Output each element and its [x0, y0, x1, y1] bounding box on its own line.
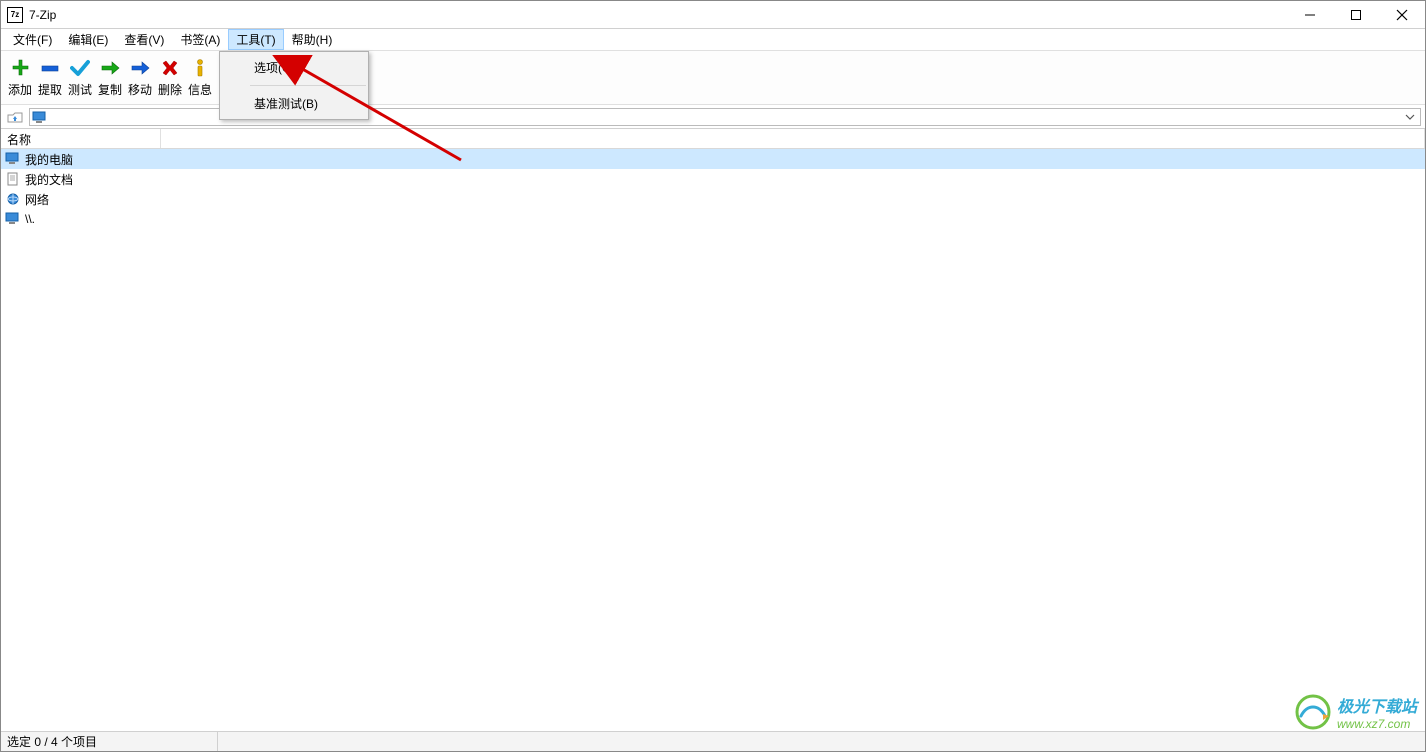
toolbar-extract-button[interactable]: 提取 — [35, 53, 65, 103]
window-title: 7-Zip — [29, 8, 56, 22]
main-area: 名称 我的电脑 我的文档 网络 \\. — [1, 129, 1425, 731]
delete-x-icon — [159, 57, 181, 79]
toolbar-delete-button[interactable]: 删除 — [155, 53, 185, 103]
window-controls — [1287, 1, 1425, 29]
copy-arrow-icon — [99, 57, 121, 79]
list-row-root[interactable]: \\. — [1, 209, 1425, 229]
toolbar-delete-label: 删除 — [158, 81, 182, 98]
list-row-computer[interactable]: 我的电脑 — [1, 149, 1425, 169]
toolbar-add-label: 添加 — [8, 81, 32, 98]
list-row-label: 网络 — [25, 191, 49, 208]
column-header-name[interactable]: 名称 — [1, 129, 161, 148]
menu-file[interactable]: 文件(F) — [5, 29, 60, 50]
up-folder-button[interactable] — [5, 108, 25, 126]
addressbar-row — [1, 105, 1425, 129]
toolbar-move-button[interactable]: 移动 — [125, 53, 155, 103]
list-row-documents[interactable]: 我的文档 — [1, 169, 1425, 189]
menu-bookmarks[interactable]: 书签(A) — [172, 29, 228, 50]
computer-small-icon — [32, 110, 48, 124]
status-selection-text: 选定 0 / 4 个项目 — [7, 732, 218, 751]
toolbar-info-button[interactable]: 信息 — [185, 53, 215, 103]
tools-dropdown: 选项(O) 基准测试(B) — [219, 51, 369, 120]
network-icon — [5, 191, 21, 207]
list-row-network[interactable]: 网络 — [1, 189, 1425, 209]
info-i-icon — [189, 57, 211, 79]
move-arrow-icon — [129, 57, 151, 79]
app-icon: 7z — [7, 7, 23, 23]
chevron-down-icon — [1405, 112, 1415, 122]
toolbar-add-button[interactable]: 添加 — [5, 53, 35, 103]
toolbar-extract-label: 提取 — [38, 81, 62, 98]
list-body[interactable]: 我的电脑 我的文档 网络 \\. — [1, 149, 1425, 731]
statusbar: 选定 0 / 4 个项目 — [1, 731, 1425, 751]
menubar: 文件(F) 编辑(E) 查看(V) 书签(A) 工具(T) 帮助(H) — [1, 29, 1425, 51]
close-icon — [1396, 9, 1408, 21]
dropdown-separator — [250, 85, 366, 86]
check-icon — [69, 57, 91, 79]
address-dropdown-arrow[interactable] — [1402, 110, 1418, 124]
toolbar-move-label: 移动 — [128, 81, 152, 98]
toolbar: 添加 提取 测试 复制 移动 删除 — [1, 51, 1425, 105]
dropdown-item-benchmark[interactable]: 基准测试(B) — [248, 88, 368, 119]
document-icon — [5, 171, 21, 187]
menu-view[interactable]: 查看(V) — [116, 29, 172, 50]
toolbar-test-button[interactable]: 测试 — [65, 53, 95, 103]
list-row-label: 我的文档 — [25, 171, 73, 188]
menu-help[interactable]: 帮助(H) — [284, 29, 341, 50]
computer-icon — [5, 151, 21, 167]
close-button[interactable] — [1379, 1, 1425, 29]
titlebar: 7z 7-Zip — [1, 1, 1425, 29]
maximize-icon — [1350, 9, 1362, 21]
minimize-button[interactable] — [1287, 1, 1333, 29]
minimize-icon — [1304, 9, 1316, 21]
toolbar-copy-label: 复制 — [98, 81, 122, 98]
toolbar-info-label: 信息 — [188, 81, 212, 98]
list-row-label: \\. — [25, 212, 35, 226]
minus-icon — [39, 57, 61, 79]
maximize-button[interactable] — [1333, 1, 1379, 29]
computer-icon — [5, 211, 21, 227]
list-row-label: 我的电脑 — [25, 151, 73, 168]
toolbar-copy-button[interactable]: 复制 — [95, 53, 125, 103]
menu-edit[interactable]: 编辑(E) — [60, 29, 116, 50]
up-folder-icon — [7, 110, 23, 124]
toolbar-test-label: 测试 — [68, 81, 92, 98]
menu-tools[interactable]: 工具(T) — [228, 29, 283, 50]
plus-icon — [9, 57, 31, 79]
column-header-spacer — [161, 129, 1425, 148]
list-header: 名称 — [1, 129, 1425, 149]
dropdown-item-options[interactable]: 选项(O) — [248, 52, 368, 83]
